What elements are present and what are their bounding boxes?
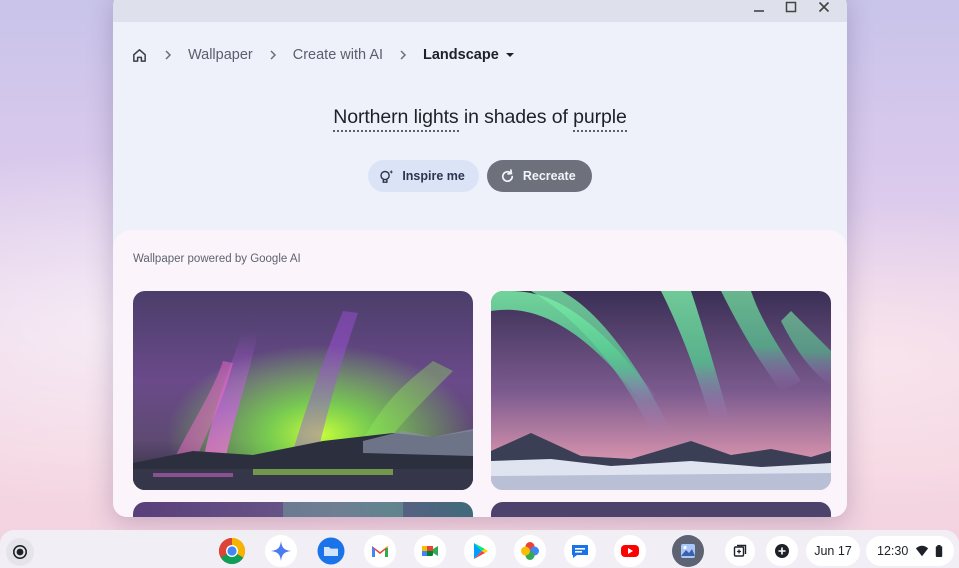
chevron-right-icon	[267, 49, 279, 61]
battery-icon	[935, 545, 943, 557]
play-store-icon[interactable]	[464, 535, 496, 567]
files-icon[interactable]	[315, 535, 347, 567]
date-label: Jun 17	[814, 544, 852, 558]
refresh-icon	[501, 168, 513, 182]
chevron-right-icon	[397, 49, 409, 61]
prompt-color-chip[interactable]: purple	[573, 106, 627, 132]
aurora-image-4	[491, 502, 831, 517]
minimize-icon[interactable]	[750, 0, 768, 16]
recreate-label: Recreate	[522, 169, 576, 183]
wallpaper-result-2[interactable]	[491, 291, 831, 490]
breadcrumb-current-label: Landscape	[423, 47, 499, 63]
gmail-icon[interactable]	[364, 535, 396, 567]
add-circle-icon	[775, 544, 789, 558]
launcher-icon	[13, 545, 27, 559]
aurora-image-1	[133, 291, 473, 490]
wifi-icon	[915, 545, 928, 557]
messages-icon[interactable]	[564, 535, 596, 567]
wallpaper-app-icon[interactable]	[672, 535, 704, 567]
aurora-image-2	[491, 291, 831, 490]
caret-down-icon	[505, 53, 514, 57]
maximize-icon[interactable]	[782, 0, 800, 16]
youtube-icon[interactable]	[614, 535, 646, 567]
wallpaper-result-3[interactable]	[133, 502, 473, 517]
meet-icon[interactable]	[414, 535, 446, 567]
date-tray[interactable]: Jun 17	[806, 536, 860, 566]
inspire-me-button[interactable]: Inspire me	[368, 160, 479, 192]
tray-add-button[interactable]	[766, 536, 798, 566]
inspire-me-label: Inspire me	[402, 169, 465, 183]
results-panel: Wallpaper powered by Google AI	[113, 230, 847, 517]
recreate-button[interactable]: Recreate	[486, 160, 592, 192]
wallpaper-app-window: Wallpaper Create with AI Landscape North…	[113, 0, 847, 517]
breadcrumb: Wallpaper Create with AI Landscape	[131, 44, 514, 66]
chevron-right-icon	[162, 49, 174, 61]
prompt-connector: in shades of	[458, 106, 574, 128]
home-icon[interactable]	[131, 47, 148, 64]
close-icon[interactable]	[815, 0, 833, 16]
gallery-label: Wallpaper powered by Google AI	[133, 253, 301, 265]
prompt-actions: Inspire me Recreate	[113, 160, 847, 192]
breadcrumb-wallpaper[interactable]: Wallpaper	[188, 47, 253, 63]
aurora-image-3	[133, 502, 473, 517]
prompt-subject-chip[interactable]: Northern lights	[333, 106, 459, 132]
photos-icon[interactable]	[514, 535, 546, 567]
wallpaper-result-4[interactable]	[491, 502, 831, 517]
time-label: 12:30	[877, 544, 909, 558]
tote-icon	[733, 544, 747, 557]
title-bar	[113, 0, 847, 22]
lightbulb-sparkle-icon	[380, 169, 394, 183]
status-tray[interactable]: 12:30	[866, 536, 954, 566]
wallpaper-result-1[interactable]	[133, 291, 473, 490]
tray-overview-button[interactable]	[725, 536, 755, 566]
breadcrumb-create-with-ai[interactable]: Create with AI	[293, 47, 383, 63]
launcher-button[interactable]	[6, 538, 34, 566]
chrome-icon[interactable]	[216, 535, 248, 567]
breadcrumb-landscape-dropdown[interactable]: Landscape	[423, 47, 514, 63]
gemini-icon[interactable]	[265, 535, 297, 567]
prompt-text: Northern lights in shades of purple	[113, 106, 847, 132]
